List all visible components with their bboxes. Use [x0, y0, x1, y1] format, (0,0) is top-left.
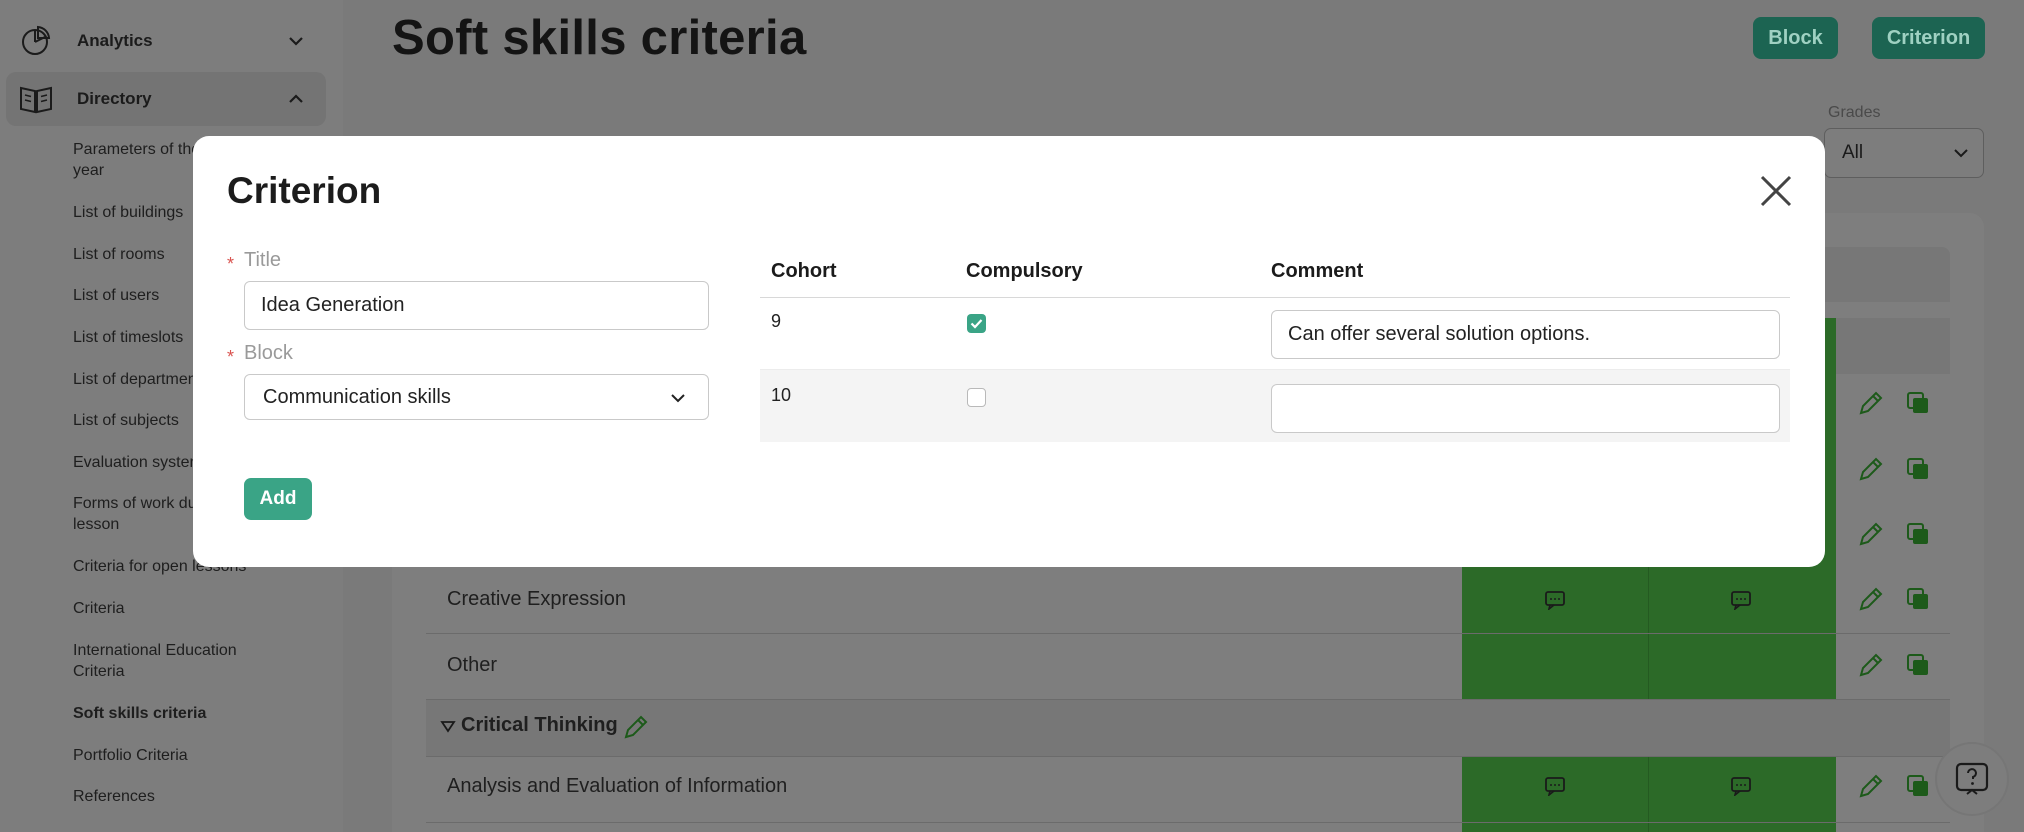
chevron-down-icon	[671, 394, 685, 403]
cohort-value: 9	[771, 311, 782, 331]
compulsory-checkbox[interactable]	[967, 388, 986, 407]
page-title: Soft skills criteria	[392, 11, 807, 65]
add-block-button[interactable]: Block	[1753, 17, 1838, 59]
chevron-up-icon[interactable]	[286, 89, 306, 109]
nav-analytics[interactable]: Analytics	[6, 14, 326, 68]
title-input-value: Idea Generation	[261, 294, 405, 316]
comment-icon[interactable]	[1544, 590, 1566, 610]
row-name: Creative Expression	[447, 588, 626, 610]
cohort-value: 10	[771, 385, 792, 405]
grades-label: Grades	[1828, 104, 1881, 121]
sidebar-item-international-criteria[interactable]: International Education Criteria	[73, 640, 273, 682]
pencil-icon[interactable]	[1856, 771, 1886, 801]
comment-input[interactable]	[1271, 384, 1780, 433]
cohort-column-header: Cohort	[771, 260, 837, 282]
nav-directory-label: Directory	[77, 89, 152, 108]
check-icon	[970, 319, 983, 329]
close-icon[interactable]	[1759, 174, 1793, 208]
table-row[interactable]: Creative Expression	[426, 568, 1950, 634]
pencil-icon[interactable]	[1856, 388, 1886, 418]
sidebar-item-criteria[interactable]: Criteria	[73, 598, 273, 619]
table-row[interactable]: Analysis and Evaluation of Information	[426, 757, 1950, 823]
copy-icon[interactable]	[1906, 391, 1930, 415]
block-select[interactable]: Communication skills	[244, 374, 709, 420]
comment-icon[interactable]	[1544, 776, 1566, 796]
directory-icon	[18, 81, 54, 117]
pencil-icon[interactable]	[1856, 584, 1886, 614]
pencil-icon[interactable]	[1856, 650, 1886, 680]
copy-icon[interactable]	[1906, 457, 1930, 481]
analytics-icon	[18, 23, 54, 59]
block-select-value: Communication skills	[263, 385, 451, 408]
copy-icon[interactable]	[1906, 653, 1930, 677]
pencil-icon[interactable]	[1856, 454, 1886, 484]
grades-value: All	[1842, 142, 1864, 163]
modal-title: Criterion	[227, 170, 382, 211]
collapse-triangle-icon[interactable]	[440, 720, 456, 734]
comment-icon[interactable]	[1730, 590, 1752, 610]
required-marker: *	[227, 254, 235, 274]
table-group-row[interactable]: Critical Thinking	[426, 700, 1950, 757]
row-name: Analysis and Evaluation of Information	[447, 775, 788, 797]
compulsory-checkbox[interactable]	[967, 314, 986, 333]
table-header-divider	[760, 297, 1790, 298]
title-input[interactable]: Idea Generation	[244, 281, 709, 330]
add-criterion-button[interactable]: Criterion	[1872, 17, 1985, 59]
pencil-icon[interactable]	[1856, 519, 1886, 549]
copy-icon[interactable]	[1906, 587, 1930, 611]
chevron-down-icon[interactable]	[286, 31, 306, 51]
help-icon	[1955, 762, 1989, 795]
title-field-label: Title	[244, 249, 282, 271]
copy-icon[interactable]	[1906, 774, 1930, 798]
criterion-modal: Criterion * Title Idea Generation * Bloc…	[193, 136, 1825, 567]
comment-icon[interactable]	[1730, 776, 1752, 796]
pencil-icon[interactable]	[621, 712, 651, 742]
sidebar-item-references[interactable]: References	[73, 786, 273, 807]
group-name: Critical Thinking	[461, 714, 618, 736]
nav-analytics-label: Analytics	[77, 31, 153, 50]
required-marker: *	[227, 347, 235, 367]
copy-icon[interactable]	[1906, 522, 1930, 546]
comment-input[interactable]: Can offer several solution options.	[1271, 310, 1780, 359]
add-button[interactable]: Add	[244, 478, 312, 520]
comment-input-value: Can offer several solution options.	[1288, 323, 1591, 345]
row-name: Other	[447, 654, 498, 676]
grades-select[interactable]: All	[1824, 128, 1984, 178]
help-button[interactable]	[1937, 744, 2007, 814]
comment-column-header: Comment	[1271, 260, 1364, 282]
sidebar-item-portfolio[interactable]: Portfolio Criteria	[73, 745, 273, 766]
compulsory-column-header: Compulsory	[966, 260, 1083, 282]
nav-directory[interactable]: Directory	[6, 72, 326, 126]
table-row[interactable]: Other	[426, 634, 1950, 700]
chevron-down-icon	[1954, 149, 1968, 158]
block-field-label: Block	[244, 342, 293, 364]
sidebar-item-soft-skills[interactable]: Soft skills criteria	[73, 703, 273, 724]
